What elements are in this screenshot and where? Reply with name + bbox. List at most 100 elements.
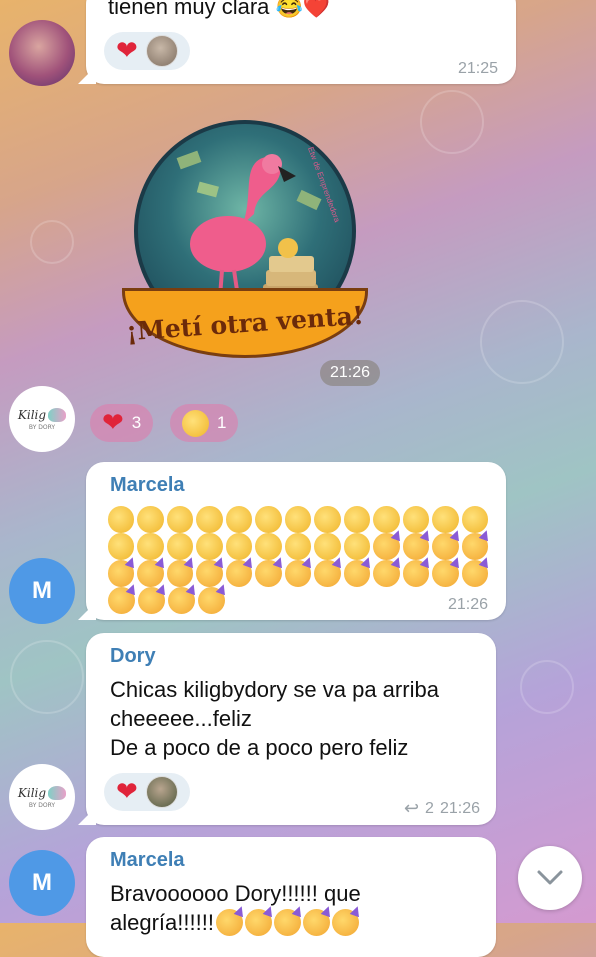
sticker-caption: ¡Metí otra venta!	[125, 300, 365, 346]
logo-wordmark: Kilig	[17, 407, 67, 422]
bubble-tail	[78, 602, 96, 620]
message-bubble[interactable]: Dory Chicas kiligbydory se va pa arriba …	[78, 633, 496, 825]
clap-emoji	[108, 533, 135, 560]
reactor-avatar	[145, 776, 178, 808]
party-face-emoji	[373, 560, 400, 587]
party-face-emoji	[196, 560, 223, 587]
bg-doodle	[30, 220, 74, 264]
logo-name: Kilig	[17, 407, 47, 422]
party-face-emoji	[137, 560, 164, 587]
party-face-emoji	[166, 560, 194, 587]
message-line: Chicas kiligbydory se va pa arriba	[110, 677, 439, 702]
message-time: 21:26	[439, 799, 480, 817]
bg-doodle	[10, 640, 84, 714]
message-time: 21:25	[457, 60, 498, 77]
emoji-row	[108, 506, 489, 533]
message-bubble[interactable]: Marcela Bravoooooo Dory!!!!!! que alegrí…	[86, 837, 496, 957]
scroll-down-button[interactable]	[518, 846, 582, 910]
party-face-emoji	[432, 533, 459, 560]
avatar-user-photo[interactable]	[9, 20, 75, 86]
bg-doodle	[520, 660, 574, 714]
emoji-row	[108, 533, 489, 560]
clap-emoji	[166, 533, 194, 560]
avatar-kilig-logo[interactable]: Kilig BY DORY	[9, 386, 75, 452]
sticker-time: 21:26	[330, 364, 371, 381]
heart-icon: ❤	[116, 777, 138, 807]
party-face-emoji	[461, 560, 489, 587]
sticker[interactable]: Etw de Emprendedora ¡Metí otra venta!	[120, 110, 370, 380]
sender-name: Marcela	[110, 474, 185, 496]
sticker-banner: ¡Metí otra venta!	[122, 288, 368, 358]
party-face-emoji	[198, 587, 225, 614]
clap-emoji	[137, 506, 164, 533]
message-line: Bravoooooo Dory!!!!!! que	[110, 881, 361, 906]
party-face-emoji	[255, 560, 282, 587]
bubble-tail	[78, 807, 96, 825]
sender-name: Marcela	[110, 849, 185, 871]
clap-emoji	[225, 506, 253, 533]
avatar-kilig-logo[interactable]: Kilig BY DORY	[9, 764, 75, 830]
clap-emoji	[373, 506, 400, 533]
party-face-emoji	[168, 587, 195, 614]
clap-emoji	[225, 533, 253, 560]
reactor-avatar	[145, 35, 178, 67]
clap-emoji	[314, 533, 341, 560]
avatar-letter: M	[32, 577, 52, 604]
message-line: De a poco de a poco pero feliz	[110, 735, 409, 760]
reply-info[interactable]: ↩ 2 21:26	[404, 798, 480, 819]
message-line: cheeeee...feliz	[110, 706, 252, 731]
clap-emoji	[314, 506, 341, 533]
clap-emoji	[137, 533, 164, 560]
sender-name: Dory	[110, 645, 156, 667]
party-face-emoji	[343, 560, 371, 587]
party-face-emoji	[402, 560, 430, 587]
reaction-pill[interactable]: ❤	[104, 773, 190, 811]
emoji-row	[108, 560, 489, 587]
clap-emoji	[343, 506, 371, 533]
reaction-clap-chip[interactable]: 1	[170, 404, 239, 442]
logo-name: Kilig	[17, 785, 47, 800]
avatar-marcela[interactable]: M	[9, 850, 75, 916]
heart-icon: ❤	[102, 408, 124, 438]
message-text: tienen muy clara 😂❤️	[108, 0, 331, 19]
reaction-count: 3	[131, 413, 142, 432]
reply-count: 2	[425, 799, 434, 817]
avatar-marcela[interactable]: M	[9, 558, 75, 624]
heart-icon: ❤	[116, 36, 138, 66]
logo-subtitle: BY DORY	[28, 423, 56, 431]
reply-arrow-icon: ↩	[403, 798, 420, 818]
bg-doodle	[420, 90, 484, 154]
clap-emoji	[196, 506, 223, 533]
clap-emoji	[432, 506, 459, 533]
party-face-emoji	[225, 560, 253, 587]
clap-emoji	[108, 506, 135, 533]
sticker-time-badge: 21:26	[320, 360, 381, 386]
party-face-emoji	[432, 560, 459, 587]
clap-emoji	[284, 506, 312, 533]
message-bubble[interactable]: Marcela 21:26	[78, 462, 506, 620]
clap-emoji	[255, 506, 282, 533]
butterfly-icon	[48, 407, 67, 422]
avatar-letter: M	[32, 869, 52, 896]
message-bubble[interactable]: tienen muy clara 😂❤️ ❤ 21:25	[78, 0, 516, 84]
message-text: Bravoooooo Dory!!!!!! que alegría!!!!!!	[110, 879, 361, 937]
clap-emoji	[196, 533, 223, 560]
reaction-heart-chip[interactable]: ❤ 3	[90, 404, 154, 442]
clap-icon	[182, 409, 209, 437]
chevron-down-icon	[537, 870, 563, 885]
party-face-emoji	[461, 533, 489, 560]
party-face-emoji	[402, 533, 430, 560]
clap-emoji	[255, 533, 282, 560]
party-face-emoji	[108, 560, 135, 587]
party-face-emoji	[373, 533, 400, 560]
clap-emoji	[166, 506, 194, 533]
clap-emoji	[343, 533, 371, 560]
emoji-grid	[108, 506, 489, 614]
reaction-pill[interactable]: ❤	[104, 32, 190, 70]
party-face-emoji	[108, 587, 135, 614]
logo-subtitle: BY DORY	[28, 801, 56, 809]
message-text: Chicas kiligbydory se va pa arriba cheee…	[110, 675, 439, 762]
party-face-emoji	[284, 560, 312, 587]
clap-emoji	[461, 506, 489, 533]
clap-emoji	[284, 533, 312, 560]
